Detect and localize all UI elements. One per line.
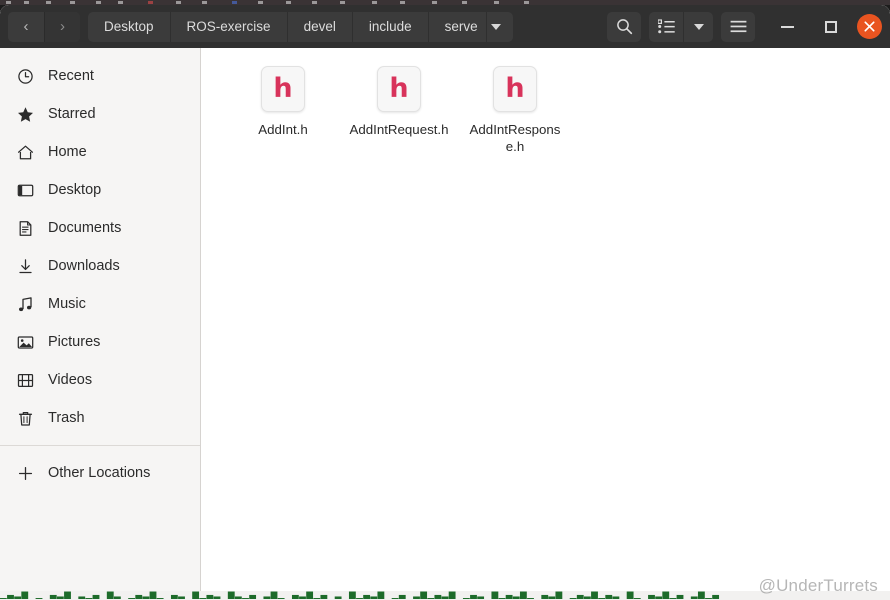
window-body: Recent Starred Home Desktop Documents Do… [0,48,890,591]
sidebar-item-pictures[interactable]: Pictures [0,323,200,361]
sidebar-item-label: Documents [48,220,122,236]
chevron-down-icon [693,23,704,30]
breadcrumb-item-devel[interactable]: devel [288,11,353,42]
file-label: AddIntResponse.h [469,122,561,154]
download-arrow-icon [16,257,34,275]
sidebar-item-music[interactable]: Music [0,285,200,323]
file-item[interactable]: h AddIntRequest.h [341,62,457,155]
view-options-dropdown-button[interactable] [683,11,713,42]
h-header-file-icon: h [493,66,537,112]
sidebar-item-label: Videos [48,372,93,388]
back-button[interactable]: ‹ [8,11,44,42]
maximize-button[interactable] [817,13,845,41]
chevron-left-icon: ‹ [23,18,29,35]
sidebar-item-label: Starred [48,106,96,122]
sidebar-item-label: Pictures [48,334,101,350]
sidebar-item-label: Recent [48,68,94,84]
close-button[interactable] [857,14,882,39]
file-label: AddInt.h [258,122,308,137]
sidebar-item-trash[interactable]: Trash [0,399,200,437]
home-icon [16,143,34,161]
sidebar-item-label: Home [48,144,87,160]
maximize-icon [825,20,837,33]
header-right-controls [607,11,882,42]
chevron-down-icon [490,23,501,30]
file-label: AddIntRequest.h [349,122,449,137]
film-icon [16,371,34,389]
sidebar-item-label: Other Locations [48,465,151,481]
trash-icon [16,409,34,427]
breadcrumb-item-ros-exercise[interactable]: ROS-exercise [171,11,288,42]
background-terminal-strip: ▁▃▂▅ ▁ ▃▂▅ ▂▁▃ ▅▂ ▁▃▂▅▁ ▃▂ ▅▁▃▂ ▅▂▁▃ ▂▅▁… [0,591,890,600]
sidebar-item-documents[interactable]: Documents [0,209,200,247]
list-view-icon [657,19,675,34]
breadcrumb-label: Desktop [104,19,154,34]
header-bar: ‹ › Desktop ROS-exercise devel include s… [0,5,890,48]
nav-button-group: ‹ › [8,11,80,42]
star-icon [16,105,34,123]
search-icon [616,19,632,35]
chevron-right-icon: › [60,18,65,35]
breadcrumb-label: include [368,19,412,34]
sidebar-item-recent[interactable]: Recent [0,57,200,95]
plus-icon [16,464,34,482]
search-button[interactable] [607,11,641,42]
terminal-text: ▁▃▂▅ ▁ ▃▂▅ ▂▁▃ ▅▂ ▁▃▂▅▁ ▃▂ ▅▁▃▂ ▅▂▁▃ ▂▅▁… [0,591,720,599]
file-item[interactable]: h AddInt.h [225,62,341,155]
breadcrumb-label: ROS-exercise [186,19,271,34]
file-type-glyph: h [505,72,525,104]
breadcrumb: Desktop ROS-exercise devel include serve [88,11,513,42]
hamburger-menu-icon [730,20,746,33]
breadcrumb-label: serve [444,19,478,34]
file-grid[interactable]: h AddInt.h h AddIntRequest.h h AddIntRes… [201,48,890,591]
sidebar-item-label: Music [48,296,86,312]
file-type-glyph: h [273,72,293,104]
breadcrumb-label: devel [303,19,336,34]
forward-button[interactable]: › [44,11,80,42]
file-manager-window: ‹ › Desktop ROS-exercise devel include s… [0,5,890,591]
sidebar-item-desktop[interactable]: Desktop [0,171,200,209]
view-mode-group [649,11,713,42]
sidebar-item-videos[interactable]: Videos [0,361,200,399]
file-type-glyph: h [389,72,409,104]
clock-icon [16,67,34,85]
sidebar-item-label: Trash [48,410,85,426]
main-menu-button[interactable] [721,11,755,42]
file-item[interactable]: h AddIntResponse.h [457,62,573,155]
list-view-button[interactable] [649,12,683,42]
desktop-icon [16,181,34,199]
close-icon [864,21,875,32]
sidebar-item-starred[interactable]: Starred [0,95,200,133]
sidebar-item-home[interactable]: Home [0,133,200,171]
sidebar-item-other-locations[interactable]: Other Locations [0,454,200,492]
minimize-button[interactable] [773,13,801,41]
minimize-icon [780,25,794,28]
sidebar: Recent Starred Home Desktop Documents Do… [0,48,201,591]
sidebar-item-label: Desktop [48,182,102,198]
h-header-file-icon: h [261,66,305,112]
sidebar-item-downloads[interactable]: Downloads [0,247,200,285]
sidebar-separator [0,445,200,446]
breadcrumb-item-desktop[interactable]: Desktop [88,11,171,42]
document-icon [16,219,34,237]
h-header-file-icon: h [377,66,421,112]
screen-root: ‹ › Desktop ROS-exercise devel include s… [0,0,890,600]
breadcrumb-dropdown-button[interactable] [487,12,513,42]
breadcrumb-item-serve[interactable]: serve [429,11,487,42]
picture-icon [16,333,34,351]
sidebar-item-label: Downloads [48,258,120,274]
music-note-icon [16,295,34,313]
breadcrumb-item-include[interactable]: include [353,11,429,42]
